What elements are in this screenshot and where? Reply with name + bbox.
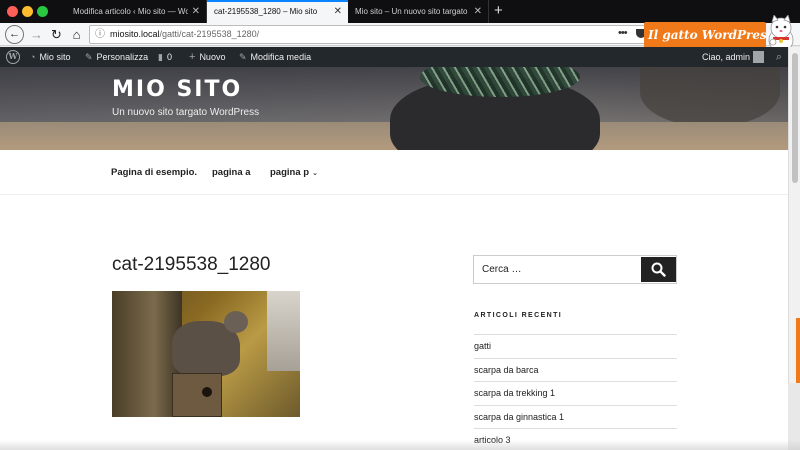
url-host: miosito.local bbox=[110, 29, 160, 39]
search-form bbox=[473, 255, 677, 284]
home-icon[interactable]: ⌂ bbox=[67, 25, 86, 44]
tab-title: cat-2195538_1280 – Mio sito bbox=[214, 7, 318, 16]
admin-edit-media-label: Modifica media bbox=[250, 52, 312, 62]
list-item[interactable]: gatti bbox=[474, 334, 677, 358]
pencil-icon: ✎ bbox=[239, 52, 247, 62]
admin-site-name-label: Mio sito bbox=[39, 52, 71, 62]
close-tab-icon[interactable]: ✕ bbox=[474, 0, 482, 23]
tab-title: Modifica articolo ‹ Mio sito — Word bbox=[73, 7, 188, 16]
scrollbar-thumb[interactable] bbox=[792, 53, 798, 183]
admin-new-label: Nuovo bbox=[199, 52, 226, 62]
dashboard-icon: ◔ bbox=[30, 52, 36, 62]
site-header-image: MIO SITO Un nuovo sito targato WordPress bbox=[0, 67, 788, 150]
nav-item-pagina-p[interactable]: pagina p ⌄ bbox=[270, 167, 318, 178]
page-content: Pagina di esempio. pagina a pagina p ⌄ ca… bbox=[0, 150, 788, 450]
photo-house bbox=[267, 291, 300, 371]
comment-icon: ▮ bbox=[158, 52, 163, 62]
minimize-window-button[interactable] bbox=[22, 6, 33, 17]
info-icon[interactable]: ⓘ bbox=[95, 26, 105, 43]
forward-icon[interactable]: → bbox=[27, 25, 46, 44]
plus-icon: + bbox=[189, 51, 196, 63]
logo-banner: Il gatto WordPress bbox=[644, 22, 774, 48]
nav-item-pagina-di-esempio[interactable]: Pagina di esempio. bbox=[111, 167, 197, 178]
url-text[interactable]: miosito.local/gatti/cat-2195538_1280/ bbox=[110, 26, 259, 43]
admin-site-name[interactable]: ◔ Mio sito bbox=[30, 47, 70, 67]
admin-greeting[interactable]: Ciao, admin bbox=[702, 47, 750, 67]
reload-icon[interactable]: ↻ bbox=[47, 25, 66, 44]
nav-item-pagina-a[interactable]: pagina a bbox=[212, 167, 251, 178]
tab-title: Mio sito – Un nuovo sito targato Wo bbox=[355, 7, 470, 16]
brush-icon: ✎ bbox=[85, 52, 93, 62]
nav-item-pagina-p-label: pagina p bbox=[270, 167, 310, 178]
admin-new[interactable]: + Nuovo bbox=[189, 47, 225, 67]
admin-comments[interactable]: ▮ 0 bbox=[158, 47, 172, 67]
admin-customize[interactable]: ✎ Personalizza bbox=[85, 47, 148, 67]
search-icon[interactable]: ⌕ bbox=[776, 47, 782, 67]
list-item[interactable]: scarpa da ginnastica 1 bbox=[474, 404, 677, 429]
browser-tab-strip: Modifica articolo ‹ Mio sito — Word ✕ ca… bbox=[0, 0, 800, 23]
page-title: cat-2195538_1280 bbox=[112, 254, 271, 275]
close-tab-icon[interactable]: ✕ bbox=[334, 2, 342, 22]
close-window-button[interactable] bbox=[7, 6, 18, 17]
site-description: Un nuovo sito targato WordPress bbox=[112, 107, 260, 118]
search-input[interactable] bbox=[475, 257, 639, 282]
site-title[interactable]: MIO SITO bbox=[112, 77, 242, 102]
new-tab-button[interactable]: + bbox=[494, 1, 503, 21]
back-icon[interactable]: ← bbox=[5, 25, 24, 44]
chevron-down-icon: ⌄ bbox=[312, 170, 318, 177]
maximize-window-button[interactable] bbox=[37, 6, 48, 17]
browser-tab-active[interactable]: cat-2195538_1280 – Mio sito ✕ bbox=[207, 0, 348, 23]
url-bar[interactable]: ⓘ miosito.local/gatti/cat-2195538_1280/ … bbox=[89, 25, 672, 44]
main-navigation: Pagina di esempio. pagina a pagina p ⌄ bbox=[0, 150, 788, 195]
search-icon bbox=[651, 262, 666, 277]
admin-edit-media[interactable]: ✎ Modifica media bbox=[239, 47, 311, 67]
recent-posts-list: gatti scarpa da barca scarpa da trekking… bbox=[474, 334, 677, 450]
page-actions-icon[interactable]: ••• bbox=[618, 25, 628, 42]
search-button[interactable] bbox=[641, 257, 676, 282]
wp-admin-bar: W ◔ Mio sito ✎ Personalizza ▮ 0 + Nuovo ✎ Mod… bbox=[0, 47, 788, 67]
cat-photo[interactable] bbox=[112, 291, 300, 417]
browser-tab[interactable]: Modifica articolo ‹ Mio sito — Word ✕ bbox=[66, 0, 207, 23]
browser-tab[interactable]: Mio sito – Un nuovo sito targato Wo ✕ bbox=[348, 0, 489, 23]
comments-count: 0 bbox=[166, 52, 172, 62]
wordpress-logo-icon[interactable]: W bbox=[6, 50, 20, 64]
bottom-shadow bbox=[0, 440, 800, 450]
photo-cat-head bbox=[224, 311, 248, 333]
recent-posts-title: ARTICOLI RECENTI bbox=[474, 312, 563, 319]
photo-birdhouse bbox=[172, 373, 222, 417]
avatar[interactable] bbox=[753, 51, 764, 63]
list-item[interactable]: scarpa da trekking 1 bbox=[474, 381, 677, 405]
list-item[interactable]: scarpa da barca bbox=[474, 357, 677, 382]
admin-customize-label: Personalizza bbox=[96, 52, 149, 62]
photo-birdhouse-hole bbox=[202, 387, 212, 397]
url-path: /gatti/cat-2195538_1280/ bbox=[159, 29, 260, 39]
side-accent-strip bbox=[796, 318, 800, 383]
close-tab-icon[interactable]: ✕ bbox=[192, 0, 200, 23]
